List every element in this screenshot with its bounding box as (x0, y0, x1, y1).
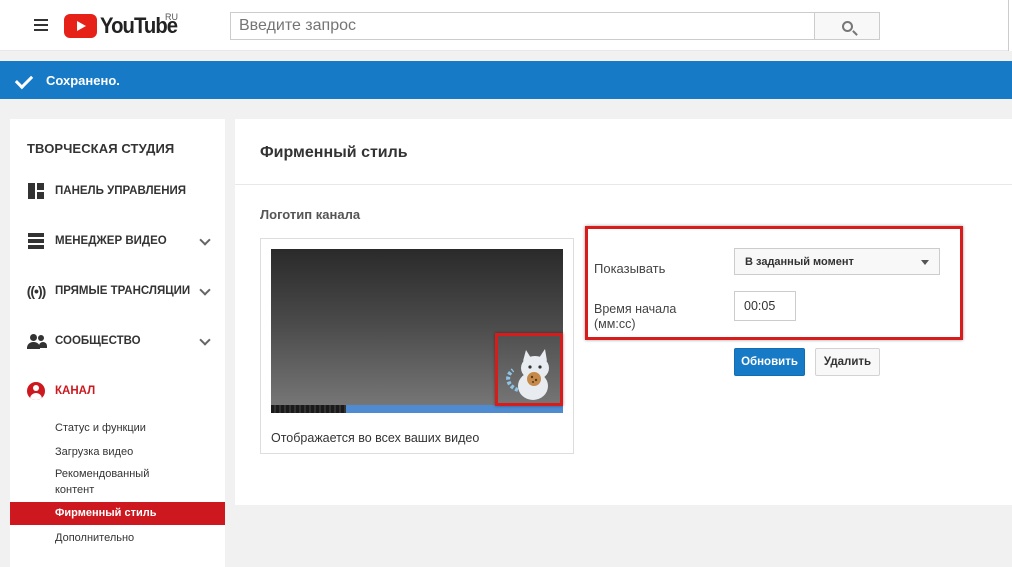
live-icon: ((•)) (26, 283, 47, 299)
sidebar-item-video-manager[interactable]: МЕНЕДЖЕР ВИДЕО (10, 226, 225, 256)
sidebar-subitem-featured[interactable]: Рекомендованный контент (10, 466, 170, 498)
sidebar-item-label: КАНАЛ (55, 385, 96, 397)
display-time-value: В заданный момент (745, 256, 854, 268)
start-time-label-line1: Время начала (594, 302, 677, 316)
chevron-down-icon[interactable] (199, 234, 211, 246)
sidebar-item-dashboard[interactable]: ПАНЕЛЬ УПРАВЛЕНИЯ (10, 176, 225, 206)
saved-banner: Сохранено. (0, 61, 1012, 99)
video-manager-icon (28, 233, 44, 249)
delete-button[interactable]: Удалить (815, 348, 880, 376)
top-bar-edge (1008, 0, 1012, 51)
progress-bar-buffer (271, 405, 346, 413)
dashboard-icon (28, 183, 44, 199)
start-time-input[interactable] (734, 291, 796, 321)
search-button[interactable] (814, 12, 880, 40)
sidebar-item-label: ПАНЕЛЬ УПРАВЛЕНИЯ (55, 185, 187, 197)
sidebar-subitem-status[interactable]: Статус и функции (10, 420, 225, 436)
check-icon (14, 68, 38, 92)
chevron-down-icon[interactable] (199, 284, 211, 296)
search-input[interactable] (230, 12, 814, 40)
main-header: Фирменный стиль (235, 119, 1012, 185)
banner-text: Сохранено. (46, 72, 120, 88)
show-label: Показывать (594, 261, 666, 276)
start-time-label-line2: (мм:сс) (594, 317, 636, 331)
watermark-highlight-box (495, 333, 563, 406)
menu-icon[interactable] (34, 19, 48, 31)
sidebar-item-label: ПРЯМЫЕ ТРАНСЛЯЦИИ (55, 285, 191, 297)
page-title: Фирменный стиль (260, 144, 408, 161)
sidebar-item-label: СООБЩЕСТВО (55, 335, 141, 347)
sidebar-item-label: МЕНЕДЖЕР ВИДЕО (55, 235, 167, 247)
search-icon (841, 20, 853, 32)
start-time-label: Время начала (мм:сс) (594, 302, 676, 332)
chevron-down-icon[interactable] (199, 334, 211, 346)
preview-caption: Отображается во всех ваших видео (271, 431, 480, 445)
region-label: RU (165, 12, 178, 22)
sidebar-item-live[interactable]: ((•)) ПРЯМЫЕ ТРАНСЛЯЦИИ (10, 276, 225, 306)
youtube-play-icon (64, 14, 97, 38)
sidebar-item-channel[interactable]: КАНАЛ (10, 376, 225, 406)
update-button[interactable]: Обновить (734, 348, 805, 376)
top-bar: YouTube RU (0, 0, 1012, 51)
community-icon (26, 334, 47, 349)
sidebar-item-community[interactable]: СООБЩЕСТВО (10, 326, 225, 356)
sidebar-subitem-upload[interactable]: Загрузка видео (10, 444, 225, 460)
sidebar-subitem-branding[interactable]: Фирменный стиль (10, 502, 225, 525)
sidebar: ТВОРЧЕСКАЯ СТУДИЯ ПАНЕЛЬ УПРАВЛЕНИЯ МЕНЕ… (10, 119, 225, 567)
studio-title: ТВОРЧЕСКАЯ СТУДИЯ (27, 141, 175, 156)
display-time-select[interactable]: В заданный момент (734, 248, 940, 275)
main-panel: Фирменный стиль Логотип канала Отображае… (235, 119, 1012, 505)
section-title: Логотип канала (260, 207, 361, 222)
sidebar-subitem-advanced[interactable]: Дополнительно (10, 530, 225, 546)
channel-icon (27, 382, 45, 400)
dropdown-arrow-icon (921, 260, 929, 265)
